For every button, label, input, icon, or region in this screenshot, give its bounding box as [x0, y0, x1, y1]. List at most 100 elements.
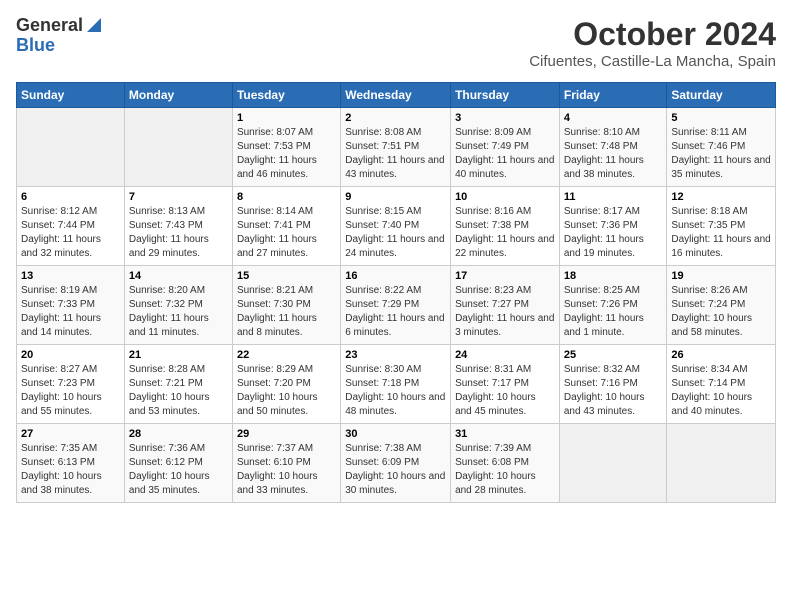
day-info: Sunrise: 7:37 AMSunset: 6:10 PMDaylight:… [237, 442, 336, 498]
calendar-cell: 13 Sunrise: 8:19 AMSunset: 7:33 PMDayligh… [17, 266, 125, 345]
day-number: 16 [345, 270, 446, 282]
day-number: 20 [21, 349, 120, 361]
day-info: Sunrise: 8:12 AMSunset: 7:44 PMDaylight:… [21, 205, 120, 261]
weekday-header-row: SundayMondayTuesdayWednesdayThursdayFrid… [17, 83, 776, 108]
calendar-week-row: 27 Sunrise: 7:35 AMSunset: 6:13 PMDayligh… [17, 424, 776, 503]
logo-general-text: General [16, 16, 83, 36]
day-info: Sunrise: 8:20 AMSunset: 7:32 PMDaylight:… [129, 284, 228, 340]
day-number: 7 [129, 191, 228, 203]
calendar-cell: 16Sunrise: 8:22 AMSunset: 7:29 PMDayligh… [341, 266, 451, 345]
day-number: 19 [671, 270, 771, 282]
day-info: Sunrise: 8:13 AMSunset: 7:43 PMDaylight:… [129, 205, 228, 261]
day-info: Sunrise: 8:28 AMSunset: 7:21 PMDaylight:… [129, 363, 228, 419]
calendar-cell: 9 Sunrise: 8:15 AMSunset: 7:40 PMDaylight… [341, 187, 451, 266]
day-info: Sunrise: 8:26 AMSunset: 7:24 PMDaylight:… [671, 284, 771, 340]
day-number: 10 [455, 191, 555, 203]
day-number: 26 [671, 349, 771, 361]
day-info: Sunrise: 8:08 AMSunset: 7:51 PMDaylight:… [345, 126, 446, 182]
calendar-cell: 5 Sunrise: 8:11 AMSunset: 7:46 PMDaylight… [667, 108, 776, 187]
day-info: Sunrise: 8:23 AMSunset: 7:27 PMDaylight:… [455, 284, 555, 340]
calendar-cell [559, 424, 667, 503]
day-info: Sunrise: 8:21 AMSunset: 7:30 PMDaylight:… [237, 284, 336, 340]
day-number: 17 [455, 270, 555, 282]
day-number: 30 [345, 428, 446, 440]
day-number: 6 [21, 191, 120, 203]
day-info: Sunrise: 8:17 AMSunset: 7:36 PMDaylight:… [564, 205, 663, 261]
calendar-cell: 18Sunrise: 8:25 AMSunset: 7:26 PMDayligh… [559, 266, 667, 345]
calendar-cell: 7 Sunrise: 8:13 AMSunset: 7:43 PMDaylight… [124, 187, 232, 266]
calendar-cell: 23 Sunrise: 8:30 AMSunset: 7:18 PMDayligh… [341, 345, 451, 424]
day-info: Sunrise: 8:27 AMSunset: 7:23 PMDaylight:… [21, 363, 120, 419]
calendar-cell [17, 108, 125, 187]
calendar-cell: 27 Sunrise: 7:35 AMSunset: 6:13 PMDayligh… [17, 424, 125, 503]
day-number: 29 [237, 428, 336, 440]
calendar-cell: 6 Sunrise: 8:12 AMSunset: 7:44 PMDaylight… [17, 187, 125, 266]
day-info: Sunrise: 8:07 AMSunset: 7:53 PMDaylight:… [237, 126, 336, 182]
day-info: Sunrise: 8:19 AMSunset: 7:33 PMDaylight:… [21, 284, 120, 340]
day-info: Sunrise: 7:38 AMSunset: 6:09 PMDaylight:… [345, 442, 446, 498]
calendar-cell: 28 Sunrise: 7:36 AMSunset: 6:12 PMDayligh… [124, 424, 232, 503]
day-info: Sunrise: 8:15 AMSunset: 7:40 PMDaylight:… [345, 205, 446, 261]
calendar-cell: 20 Sunrise: 8:27 AMSunset: 7:23 PMDayligh… [17, 345, 125, 424]
calendar-cell: 12Sunrise: 8:18 AMSunset: 7:35 PMDayligh… [667, 187, 776, 266]
month-title: October 2024 [529, 16, 776, 53]
weekday-header: Saturday [667, 83, 776, 108]
calendar-cell: 15 Sunrise: 8:21 AMSunset: 7:30 PMDayligh… [232, 266, 340, 345]
day-number: 12 [671, 191, 771, 203]
weekday-header: Tuesday [232, 83, 340, 108]
day-info: Sunrise: 8:31 AMSunset: 7:17 PMDaylight:… [455, 363, 555, 419]
day-number: 22 [237, 349, 336, 361]
day-number: 8 [237, 191, 336, 203]
day-number: 24 [455, 349, 555, 361]
calendar-cell: 31 Sunrise: 7:39 AMSunset: 6:08 PMDayligh… [451, 424, 560, 503]
logo-triangle-icon [85, 16, 103, 34]
calendar-week-row: 20 Sunrise: 8:27 AMSunset: 7:23 PMDayligh… [17, 345, 776, 424]
calendar-cell: 11 Sunrise: 8:17 AMSunset: 7:36 PMDayligh… [559, 187, 667, 266]
day-info: Sunrise: 7:35 AMSunset: 6:13 PMDaylight:… [21, 442, 120, 498]
logo: General Blue [16, 16, 103, 56]
calendar-week-row: 6 Sunrise: 8:12 AMSunset: 7:44 PMDaylight… [17, 187, 776, 266]
calendar-cell: 14Sunrise: 8:20 AMSunset: 7:32 PMDayligh… [124, 266, 232, 345]
day-number: 13 [21, 270, 120, 282]
calendar-week-row: 1Sunrise: 8:07 AMSunset: 7:53 PMDaylight… [17, 108, 776, 187]
day-number: 27 [21, 428, 120, 440]
day-info: Sunrise: 7:39 AMSunset: 6:08 PMDaylight:… [455, 442, 555, 498]
day-number: 9 [345, 191, 446, 203]
day-number: 4 [564, 112, 663, 124]
calendar-cell [667, 424, 776, 503]
weekday-header: Thursday [451, 83, 560, 108]
day-info: Sunrise: 8:11 AMSunset: 7:46 PMDaylight:… [671, 126, 771, 182]
calendar-cell: 19 Sunrise: 8:26 AMSunset: 7:24 PMDayligh… [667, 266, 776, 345]
day-number: 11 [564, 191, 663, 203]
calendar-cell: 29 Sunrise: 7:37 AMSunset: 6:10 PMDayligh… [232, 424, 340, 503]
calendar-cell: 22 Sunrise: 8:29 AMSunset: 7:20 PMDayligh… [232, 345, 340, 424]
day-number: 25 [564, 349, 663, 361]
weekday-header: Friday [559, 83, 667, 108]
day-info: Sunrise: 8:30 AMSunset: 7:18 PMDaylight:… [345, 363, 446, 419]
calendar-cell: 10Sunrise: 8:16 AMSunset: 7:38 PMDayligh… [451, 187, 560, 266]
day-number: 5 [671, 112, 771, 124]
day-info: Sunrise: 7:36 AMSunset: 6:12 PMDaylight:… [129, 442, 228, 498]
day-info: Sunrise: 8:29 AMSunset: 7:20 PMDaylight:… [237, 363, 336, 419]
day-number: 3 [455, 112, 555, 124]
calendar-cell: 17 Sunrise: 8:23 AMSunset: 7:27 PMDayligh… [451, 266, 560, 345]
page-header: General Blue October 2024 Cifuentes, Cas… [16, 16, 776, 70]
calendar-cell: 26Sunrise: 8:34 AMSunset: 7:14 PMDayligh… [667, 345, 776, 424]
calendar-cell: 25 Sunrise: 8:32 AMSunset: 7:16 PMDayligh… [559, 345, 667, 424]
calendar-cell: 8Sunrise: 8:14 AMSunset: 7:41 PMDaylight… [232, 187, 340, 266]
day-number: 31 [455, 428, 555, 440]
calendar-cell: 30 Sunrise: 7:38 AMSunset: 6:09 PMDayligh… [341, 424, 451, 503]
calendar-cell: 24 Sunrise: 8:31 AMSunset: 7:17 PMDayligh… [451, 345, 560, 424]
day-number: 15 [237, 270, 336, 282]
day-info: Sunrise: 8:32 AMSunset: 7:16 PMDaylight:… [564, 363, 663, 419]
weekday-header: Monday [124, 83, 232, 108]
calendar-cell: 1Sunrise: 8:07 AMSunset: 7:53 PMDaylight… [232, 108, 340, 187]
day-number: 28 [129, 428, 228, 440]
calendar-cell: 2Sunrise: 8:08 AMSunset: 7:51 PMDaylight… [341, 108, 451, 187]
calendar-cell: 4Sunrise: 8:10 AMSunset: 7:48 PMDaylight… [559, 108, 667, 187]
calendar-cell [124, 108, 232, 187]
day-number: 23 [345, 349, 446, 361]
calendar-week-row: 13 Sunrise: 8:19 AMSunset: 7:33 PMDayligh… [17, 266, 776, 345]
calendar-cell: 21Sunrise: 8:28 AMSunset: 7:21 PMDayligh… [124, 345, 232, 424]
logo-blue-text: Blue [16, 36, 55, 56]
